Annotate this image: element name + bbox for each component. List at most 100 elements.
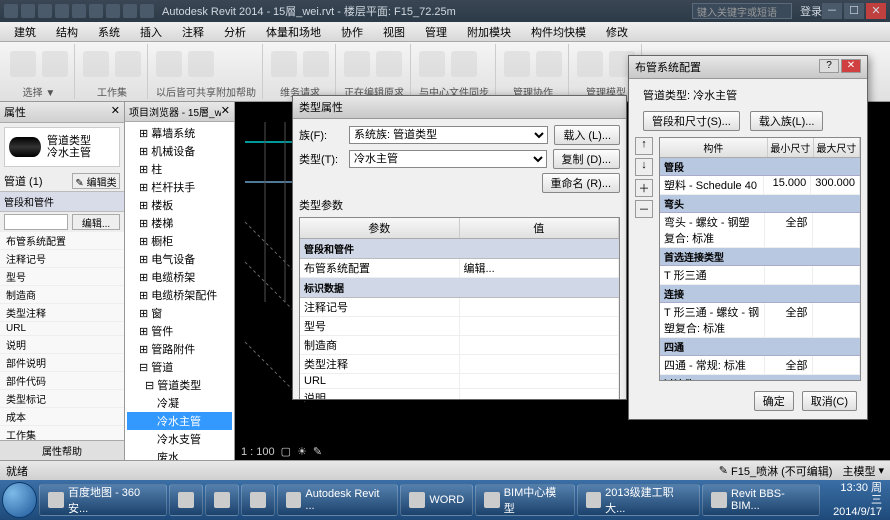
qat-icon[interactable] [89, 4, 103, 18]
ribbon-button[interactable] [536, 51, 562, 77]
property-row[interactable]: 注释记号 [0, 250, 124, 268]
ribbon-button[interactable] [115, 51, 141, 77]
tree-node[interactable]: ⊞ 楼梯 [127, 214, 232, 232]
family-select[interactable]: 系统族: 管道类型 [349, 126, 548, 144]
tree-node[interactable]: ⊞ 管件 [127, 322, 232, 340]
property-row[interactable]: URL [0, 322, 124, 336]
menu-tab[interactable]: 建筑 [4, 22, 46, 41]
type-params-grid[interactable]: 参数值 管段和管件布管系统配置编辑...标识数据注释记号型号制造商类型注释URL… [299, 217, 620, 399]
tree-node[interactable]: 冷凝 [127, 394, 232, 412]
properties-help-link[interactable]: 属性帮助 [0, 440, 124, 460]
tree-node[interactable]: ⊟ 管道类型 [127, 376, 232, 394]
add-row-icon[interactable]: ＋ [635, 179, 653, 197]
tree-node[interactable]: ⊞ 机械设备 [127, 142, 232, 160]
property-row[interactable]: 部件说明 [0, 354, 124, 372]
taskbar-item[interactable]: BIM中心模型 [475, 484, 574, 516]
ribbon-button[interactable] [156, 51, 182, 77]
qat-icon[interactable] [21, 4, 35, 18]
tree-node[interactable]: ⊞ 管路附件 [127, 340, 232, 358]
ribbon-button[interactable] [451, 51, 477, 77]
help-icon[interactable]: ? [819, 59, 839, 73]
qat-icon[interactable] [4, 4, 18, 18]
property-row[interactable]: 布管系统配置 [0, 232, 124, 250]
ok-button[interactable]: 确定 [754, 391, 794, 411]
param-row[interactable]: 注释记号 [300, 298, 619, 317]
type-selector[interactable]: 管道类型冷水主管 [4, 127, 120, 167]
ribbon-button[interactable] [504, 51, 530, 77]
taskbar-item[interactable]: Revit BBS-BIM... [702, 484, 820, 516]
tree-node[interactable]: 冷水主管 [127, 412, 232, 430]
menu-tab[interactable]: 构件均快模 [521, 22, 596, 41]
ribbon-button[interactable] [419, 51, 445, 77]
help-search[interactable]: 键入关键字或短语 [692, 3, 792, 19]
routing-row[interactable]: T 形三通 [660, 266, 860, 285]
menu-tab[interactable]: 修改 [596, 22, 638, 41]
qat-icon[interactable] [38, 4, 52, 18]
system-clock[interactable]: 13:30 周三2014/9/17 [824, 482, 888, 518]
rename-button[interactable]: 重命名 (R)... [542, 173, 621, 193]
ribbon-button[interactable] [344, 51, 370, 77]
load-button[interactable]: 载入 (L)... [554, 125, 620, 145]
property-row[interactable]: 类型标记 [0, 390, 124, 408]
param-row[interactable]: 制造商 [300, 336, 619, 355]
ribbon-button[interactable] [83, 51, 109, 77]
login-link[interactable]: 登录 [800, 3, 822, 19]
ribbon-button[interactable] [10, 51, 36, 77]
view-control-bar[interactable]: 1 : 100▢☀✎ [241, 445, 322, 458]
qat-icon[interactable] [106, 4, 120, 18]
maximize-icon[interactable]: ☐ [844, 3, 864, 19]
property-row[interactable]: 类型注释 [0, 304, 124, 322]
edit-button[interactable]: 编辑... [72, 214, 120, 230]
tree-node[interactable]: 废水 [127, 448, 232, 460]
menu-tab[interactable]: 视图 [373, 22, 415, 41]
qat-icon[interactable] [123, 4, 137, 18]
type-select[interactable]: 冷水主管 [349, 150, 547, 168]
taskbar-item[interactable]: 2013级建工职大... [577, 484, 701, 516]
routing-table[interactable]: 构件最小尺寸最大尺寸 管段塑料 - Schedule 4015.000300.0… [659, 137, 861, 381]
ribbon-button[interactable] [577, 51, 603, 77]
ribbon-button[interactable] [376, 51, 402, 77]
param-row[interactable]: URL [300, 374, 619, 389]
segments-sizes-button[interactable]: 管段和尺寸(S)... [643, 111, 740, 131]
taskbar-item[interactable] [241, 484, 275, 516]
cancel-button[interactable]: 取消(C) [802, 391, 857, 411]
property-row[interactable]: 型号 [0, 268, 124, 286]
menu-tab[interactable]: 协作 [331, 22, 373, 41]
tree-node[interactable]: ⊞ 柱 [127, 160, 232, 178]
property-row[interactable]: 制造商 [0, 286, 124, 304]
start-button[interactable] [2, 482, 37, 518]
ribbon-button[interactable] [271, 51, 297, 77]
move-down-icon[interactable]: ↓ [635, 158, 653, 176]
duplicate-button[interactable]: 复制 (D)... [553, 149, 621, 169]
routing-row[interactable]: 四通 - 常规: 标准全部 [660, 356, 860, 375]
param-row[interactable]: 类型注释 [300, 355, 619, 374]
close-icon[interactable]: ✕ [841, 59, 861, 73]
routing-row[interactable]: T 形三通 - 螺纹 - 钢塑复合: 标准全部 [660, 303, 860, 338]
minimize-icon[interactable]: － [822, 3, 842, 19]
model-status[interactable]: 主模型 ▾ [842, 463, 884, 479]
close-icon[interactable]: ✕ [221, 104, 230, 119]
menu-tab[interactable]: 系统 [88, 22, 130, 41]
tree-node[interactable]: ⊞ 窗 [127, 304, 232, 322]
param-row[interactable]: 布管系统配置编辑... [300, 259, 619, 278]
workset-status[interactable]: ✎ F15_喷淋 (不可编辑) [719, 463, 833, 479]
property-row[interactable]: 成本 [0, 408, 124, 426]
menu-tab[interactable]: 分析 [214, 22, 256, 41]
move-up-icon[interactable]: ↑ [635, 137, 653, 155]
taskbar-item[interactable] [169, 484, 203, 516]
tree-node[interactable]: ⊞ 电气设备 [127, 250, 232, 268]
param-row[interactable]: 说明 [300, 389, 619, 399]
tree-node[interactable]: ⊞ 电缆桥架 [127, 268, 232, 286]
qat-icon[interactable] [72, 4, 86, 18]
ribbon-button[interactable] [303, 51, 329, 77]
routing-config-field[interactable] [4, 214, 68, 230]
tree-node[interactable]: ⊞ 橱柜 [127, 232, 232, 250]
menu-tab[interactable]: 附加模块 [457, 22, 521, 41]
tree-node[interactable]: ⊞ 幕墙系统 [127, 124, 232, 142]
taskbar-item[interactable]: Autodesk Revit ... [277, 484, 398, 516]
menu-tab[interactable]: 体量和场地 [256, 22, 331, 41]
property-row[interactable]: 部件代码 [0, 372, 124, 390]
qat-icon[interactable] [140, 4, 154, 18]
menu-tab[interactable]: 注释 [172, 22, 214, 41]
routing-row[interactable]: 弯头 - 螺纹 - 钢塑复合: 标准全部 [660, 213, 860, 248]
